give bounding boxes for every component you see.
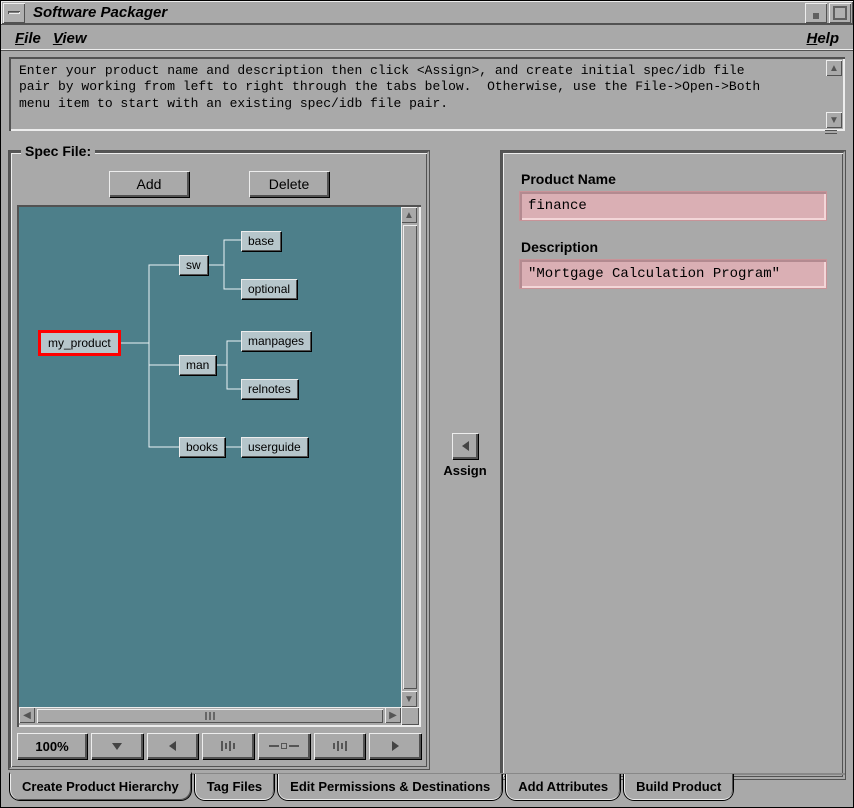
zoom-level[interactable]: 100% — [17, 733, 87, 759]
chevron-down-icon — [112, 743, 122, 750]
delete-button[interactable]: Delete — [249, 171, 329, 197]
tab-build-product[interactable]: Build Product — [623, 774, 734, 801]
layout-center[interactable] — [258, 733, 310, 759]
resize-handle-icon[interactable] — [825, 127, 837, 137]
nav-next[interactable] — [369, 733, 421, 759]
titlebar: Software Packager — [1, 1, 853, 25]
tab-tag-files[interactable]: Tag Files — [194, 774, 275, 801]
menu-file[interactable]: File — [9, 28, 47, 49]
layout-vertical-icon — [333, 741, 347, 751]
spec-file-group: Spec File: Add Delete — [9, 151, 429, 769]
scroll-down-icon[interactable]: ▼ — [826, 112, 842, 128]
tree-vscroll-thumb[interactable] — [403, 225, 417, 689]
maximize-button[interactable] — [829, 3, 851, 23]
tree-viewer: my_product sw base optional man manpages… — [17, 205, 421, 727]
minimize-button[interactable] — [805, 3, 827, 23]
assign-button[interactable] — [452, 433, 478, 459]
tree-node-base[interactable]: base — [241, 231, 281, 251]
window-title: Software Packager — [27, 4, 805, 21]
scroll-up-icon[interactable]: ▲ — [826, 60, 842, 76]
tree-hscrollbar[interactable]: ◀ ▶ — [19, 707, 401, 725]
caret-right-icon — [392, 741, 399, 751]
layout-center-icon — [269, 743, 299, 749]
tree-scroll-down-icon[interactable]: ▼ — [401, 691, 417, 707]
spec-file-label: Spec File: — [21, 143, 95, 159]
tree-node-sw[interactable]: sw — [179, 255, 208, 275]
tab-edit-permissions[interactable]: Edit Permissions & Destinations — [277, 774, 503, 801]
caret-left-icon — [169, 741, 176, 751]
instructions-scrollbar[interactable]: ▲ ▼ — [826, 60, 842, 128]
menubar: File View Help — [1, 25, 853, 51]
app-window: Software Packager File View Help Enter y… — [0, 0, 854, 808]
instructions-text: Enter your product name and description … — [9, 57, 845, 131]
scroll-corner — [401, 707, 419, 725]
menu-view[interactable]: View — [47, 28, 93, 49]
tree-node-userguide[interactable]: userguide — [241, 437, 308, 457]
tree-node-root[interactable]: my_product — [41, 333, 118, 353]
product-name-input[interactable]: finance — [519, 191, 827, 221]
instructions-panel: Enter your product name and description … — [9, 57, 845, 131]
layout-horizontal-icon — [221, 741, 235, 751]
assign-label: Assign — [443, 463, 486, 478]
tree-connectors — [19, 207, 401, 707]
tree-node-man[interactable]: man — [179, 355, 216, 375]
tree-scroll-left-icon[interactable]: ◀ — [19, 707, 35, 723]
assign-arrow-icon — [462, 441, 469, 451]
tree-scroll-up-icon[interactable]: ▲ — [401, 207, 417, 223]
nav-prev[interactable] — [147, 733, 199, 759]
tree-node-relnotes[interactable]: relnotes — [241, 379, 298, 399]
add-button[interactable]: Add — [109, 171, 189, 197]
menu-help[interactable]: Help — [800, 28, 845, 49]
tree-vscrollbar[interactable]: ▲ ▼ — [401, 207, 419, 707]
zoom-dropdown[interactable] — [91, 733, 143, 759]
tree-node-manpages[interactable]: manpages — [241, 331, 311, 351]
tab-strip: Create Product Hierarchy Tag Files Edit … — [9, 773, 845, 801]
description-label: Description — [521, 239, 825, 255]
product-details-group: Product Name finance Description "Mortga… — [501, 151, 845, 779]
tree-canvas[interactable]: my_product sw base optional man manpages… — [19, 207, 401, 707]
description-input[interactable]: "Mortgage Calculation Program" — [519, 259, 827, 289]
system-menu-button[interactable] — [3, 3, 25, 23]
tree-node-optional[interactable]: optional — [241, 279, 297, 299]
layout-vertical[interactable] — [314, 733, 366, 759]
tree-scroll-right-icon[interactable]: ▶ — [385, 707, 401, 723]
product-name-label: Product Name — [521, 171, 825, 187]
tab-add-attributes[interactable]: Add Attributes — [505, 774, 621, 801]
layout-horizontal[interactable] — [202, 733, 254, 759]
tab-create-product-hierarchy[interactable]: Create Product Hierarchy — [9, 772, 192, 801]
tree-hscroll-thumb[interactable] — [37, 709, 383, 723]
tree-node-books[interactable]: books — [179, 437, 225, 457]
